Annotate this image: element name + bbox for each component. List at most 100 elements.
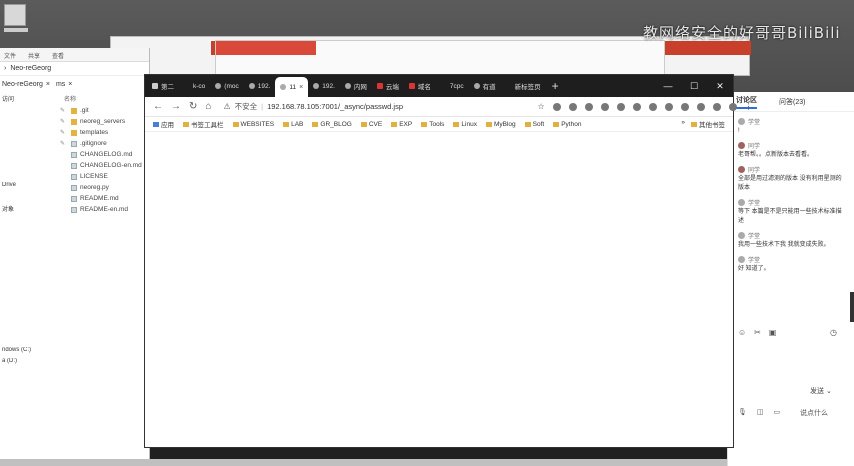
- nav-item[interactable]: [0, 259, 58, 270]
- close-icon[interactable]: ×: [68, 81, 72, 88]
- bookmark-item[interactable]: WEBSITES: [232, 121, 274, 128]
- bookmark-item[interactable]: Python: [553, 121, 581, 128]
- nav-item[interactable]: [0, 314, 58, 325]
- nav-item[interactable]: [0, 237, 58, 248]
- browser-tab[interactable]: k-co: [179, 77, 210, 95]
- nav-item[interactable]: [0, 116, 58, 127]
- chevron-down-icon[interactable]: ⌄: [826, 388, 832, 395]
- browser-tab[interactable]: 192.: [308, 77, 340, 95]
- nav-item[interactable]: [0, 215, 58, 226]
- nav-item[interactable]: [0, 292, 58, 303]
- bookmark-item[interactable]: Soft: [524, 121, 544, 128]
- avatar[interactable]: [738, 141, 745, 149]
- nav-item[interactable]: [0, 281, 58, 292]
- explorer-tab-ms[interactable]: ms ×: [56, 81, 72, 88]
- browser-tab[interactable]: 192.: [244, 77, 276, 95]
- browser-tab[interactable]: 7cpc: [436, 77, 469, 95]
- file-row[interactable]: README-en.md: [58, 204, 149, 215]
- microphone-icon[interactable]: 🎙: [738, 408, 747, 416]
- address-bar[interactable]: ⚠ 不安全 | 192.168.78.105:7001/_async/passw…: [219, 99, 519, 114]
- browser-tab[interactable]: 第二: [147, 77, 179, 95]
- nav-item[interactable]: [0, 127, 58, 138]
- warning-icon[interactable]: ⚠: [223, 102, 230, 111]
- send-button[interactable]: 发送 ⌄: [810, 386, 832, 396]
- close-icon[interactable]: ×: [299, 84, 303, 91]
- bookmark-item[interactable]: 应用: [153, 119, 174, 129]
- explorer-tab-neoregeorg[interactable]: Neo-reGeorg ×: [2, 81, 50, 88]
- extension-icon[interactable]: [680, 102, 689, 111]
- ribbon-view-tab[interactable]: 查看: [52, 51, 64, 61]
- menu-icon[interactable]: ⋮: [745, 102, 753, 111]
- extension-icon[interactable]: [600, 102, 609, 111]
- avatar[interactable]: [738, 165, 745, 173]
- breadcrumb-folder[interactable]: Neo-reGeorg: [10, 65, 51, 72]
- camera-icon[interactable]: ◫: [757, 408, 764, 416]
- url-text[interactable]: 192.168.78.105:7001/_async/passwd.jsp: [267, 102, 403, 111]
- recycle-bin-icon[interactable]: [4, 4, 26, 26]
- avatar[interactable]: [738, 231, 745, 239]
- bookmark-item[interactable]: MyBlog: [485, 121, 516, 128]
- browser-tab[interactable]: 云端: [372, 77, 404, 95]
- bookmark-item[interactable]: CVE: [360, 121, 382, 128]
- extension-icon[interactable]: [696, 102, 705, 111]
- reload-button[interactable]: ↻: [189, 101, 197, 112]
- emoji-icon[interactable]: ☺: [738, 328, 746, 337]
- nav-item[interactable]: [0, 325, 58, 336]
- screen-icon[interactable]: ▭: [774, 408, 781, 416]
- nav-item[interactable]: a (D:): [0, 358, 58, 369]
- nav-item[interactable]: [0, 336, 58, 347]
- file-row[interactable]: LICENSE: [58, 171, 149, 182]
- extension-icon[interactable]: [568, 102, 577, 111]
- extension-icon[interactable]: [648, 102, 657, 111]
- chat-input[interactable]: 说点什么: [800, 408, 828, 418]
- profile-avatar[interactable]: [728, 102, 737, 111]
- nav-item[interactable]: [0, 160, 58, 171]
- file-row[interactable]: ✎ neoreg_servers: [58, 116, 149, 127]
- breadcrumb[interactable]: › Neo-reGeorg: [0, 62, 149, 76]
- file-row[interactable]: neoreg.py: [58, 182, 149, 193]
- more-bookmarks-icon[interactable]: »: [681, 119, 685, 129]
- nav-item[interactable]: [0, 226, 58, 237]
- other-bookmarks[interactable]: 其他书签: [691, 119, 725, 129]
- nav-item[interactable]: 访问: [0, 94, 58, 105]
- new-tab-button[interactable]: +: [546, 79, 565, 93]
- bookmark-item[interactable]: Linux: [453, 121, 477, 128]
- extension-icon[interactable]: [584, 102, 593, 111]
- image-icon[interactable]: ▣: [769, 328, 777, 337]
- extension-icon[interactable]: [664, 102, 673, 111]
- maximize-button[interactable]: ☐: [681, 81, 707, 92]
- browser-tab[interactable]: (moc: [210, 77, 243, 95]
- tab-qa[interactable]: 问答(23): [779, 97, 805, 107]
- browser-tab[interactable]: 有道: [469, 77, 501, 95]
- file-row[interactable]: ✎ templates: [58, 127, 149, 138]
- column-header-name[interactable]: 名称: [58, 94, 149, 105]
- nav-item[interactable]: Drive: [0, 182, 58, 193]
- bookmark-item[interactable]: Tools: [421, 121, 444, 128]
- bookmark-star-icon[interactable]: ☆: [537, 102, 544, 111]
- back-button[interactable]: ←: [153, 101, 163, 112]
- nav-item[interactable]: [0, 138, 58, 149]
- ribbon-file-tab[interactable]: 文件: [4, 51, 16, 61]
- scissors-icon[interactable]: ✂: [754, 328, 761, 337]
- nav-item[interactable]: [0, 270, 58, 281]
- nav-item[interactable]: [0, 248, 58, 259]
- extension-icon[interactable]: [616, 102, 625, 111]
- nav-item[interactable]: [0, 193, 58, 204]
- browser-tab[interactable]: 内网: [340, 77, 372, 95]
- file-row[interactable]: CHANGELOG.md: [58, 149, 149, 160]
- avatar[interactable]: [738, 198, 745, 206]
- bookmark-item[interactable]: 书签工具栏: [183, 119, 224, 129]
- file-row[interactable]: README.md: [58, 193, 149, 204]
- minimize-button[interactable]: —: [655, 81, 681, 92]
- nav-item[interactable]: 对象: [0, 204, 58, 215]
- page-viewport[interactable]: [145, 133, 733, 447]
- home-button[interactable]: ⌂: [205, 101, 211, 112]
- avatar[interactable]: [738, 117, 745, 125]
- browser-tab[interactable]: 新标签页: [501, 77, 546, 95]
- close-button[interactable]: ✕: [707, 81, 733, 92]
- file-row[interactable]: ✎ .git: [58, 105, 149, 116]
- extension-icon[interactable]: [712, 102, 721, 111]
- nav-item[interactable]: [0, 105, 58, 116]
- avatar[interactable]: [738, 255, 745, 263]
- nav-item[interactable]: ndows (C:): [0, 347, 58, 358]
